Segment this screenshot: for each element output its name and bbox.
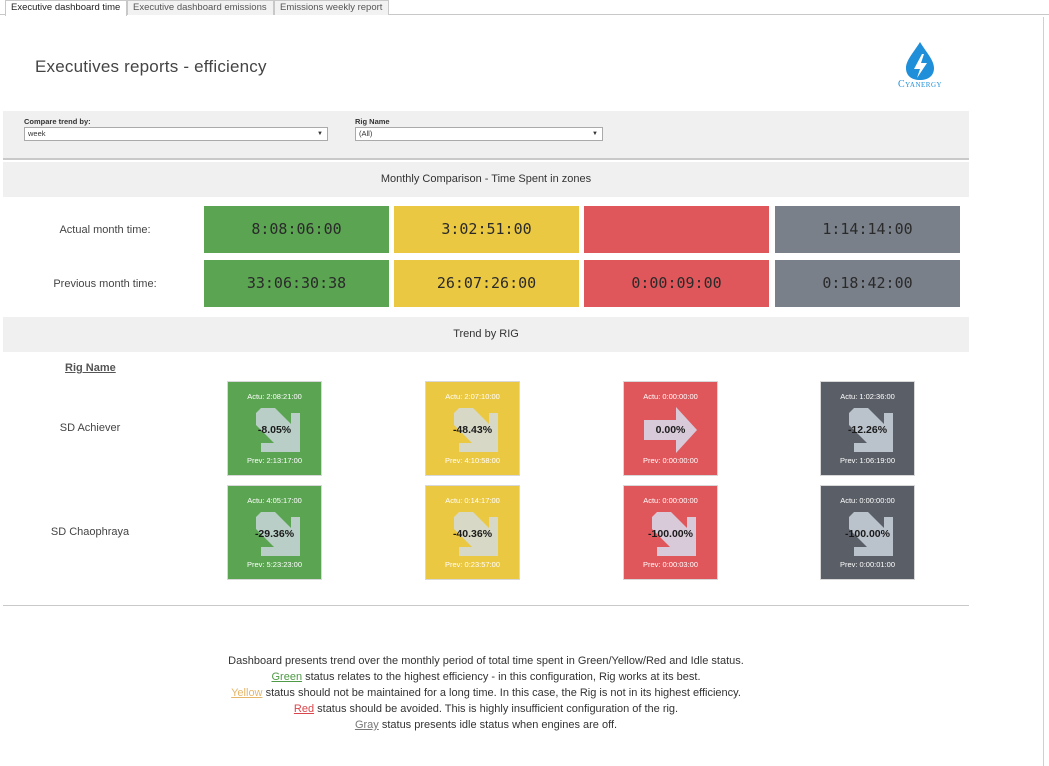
gray-keyword: Gray: [354, 719, 379, 731]
card-previous-value: Prev: 0:00:00:00: [642, 456, 699, 465]
red-keyword: Red: [293, 703, 315, 715]
card-percent-change: -40.36%: [452, 528, 493, 540]
actual-month-label: Actual month time:: [59, 224, 151, 236]
red-description: status should be avoided. This is highly…: [314, 703, 679, 715]
actual-gray-tile: 1:14:14:00: [775, 206, 960, 253]
legend-line-green: Green status relates to the highest effi…: [120, 669, 852, 685]
filter-panel: Compare trend by: week ▼ Rig Name (All) …: [3, 111, 969, 160]
actual-red-tile: [584, 206, 769, 253]
card-previous-value: Prev: 1:06:19:00: [839, 456, 896, 465]
trend-card-chaophraya-gray[interactable]: Actu: 0:00:00:00 -100.00% Prev: 0:00:01:…: [820, 485, 915, 580]
trend-card-achiever-yellow[interactable]: Actu: 2:07:10:00 -48.43% Prev: 4:10:58:0…: [425, 381, 520, 476]
card-actual-value: Actu: 4:05:17:00: [247, 496, 302, 505]
card-previous-value: Prev: 5:23:23:00: [246, 560, 303, 569]
card-percent-change: -48.43%: [452, 424, 493, 436]
previous-yellow-tile: 26:07:26:00: [394, 260, 579, 307]
previous-gray-tile: 0:18:42:00: [775, 260, 960, 307]
tab-executive-dashboard-time[interactable]: Executive dashboard time: [5, 0, 127, 16]
legend-line-yellow: Yellow status should not be maintained f…: [120, 685, 852, 701]
card-previous-value: Prev: 2:13:17:00: [246, 456, 303, 465]
card-previous-value: Prev: 0:00:03:00: [642, 560, 699, 569]
card-previous-value: Prev: 4:10:58:00: [444, 456, 501, 465]
chevron-down-icon: ▼: [317, 131, 323, 137]
section-divider: [3, 605, 969, 606]
compare-trend-value: week: [28, 129, 46, 138]
previous-green-tile: 33:06:30:38: [204, 260, 389, 307]
trend-card-chaophraya-red[interactable]: Actu: 0:00:00:00 -100.00% Prev: 0:00:03:…: [623, 485, 718, 580]
legend-line-intro: Dashboard presents trend over the monthl…: [228, 655, 744, 667]
actual-green-tile: 8:08:06:00: [204, 206, 389, 253]
compare-trend-label: Compare trend by:: [24, 117, 91, 126]
card-actual-value: Actu: 0:00:00:00: [643, 496, 698, 505]
card-actual-value: Actu: 2:08:21:00: [247, 392, 302, 401]
compare-trend-select[interactable]: week ▼: [24, 127, 328, 141]
card-percent-change: -100.00%: [648, 528, 693, 540]
card-actual-value: Actu: 0:14:17:00: [445, 496, 500, 505]
rig-name-column-header[interactable]: Rig Name: [65, 362, 116, 374]
monthly-comparison-header: Monthly Comparison - Time Spent in zones: [3, 162, 969, 197]
chevron-down-icon: ▼: [592, 131, 598, 137]
trend-card-achiever-green[interactable]: Actu: 2:08:21:00 -8.05% Prev: 2:13:17:00: [227, 381, 322, 476]
tab-emissions-weekly-report[interactable]: Emissions weekly report: [274, 0, 389, 15]
rig-row-label: SD Chaophraya: [50, 526, 130, 538]
rig-name-filter-label: Rig Name: [355, 117, 390, 126]
card-actual-value: Actu: 0:00:00:00: [643, 392, 698, 401]
yellow-keyword: Yellow: [231, 687, 263, 699]
legend-line-gray: Gray status presents idle status when en…: [120, 717, 852, 733]
card-percent-change: -100.00%: [845, 528, 890, 540]
legend-text: Dashboard presents trend over the monthl…: [120, 653, 852, 733]
previous-red-tile: 0:00:09:00: [584, 260, 769, 307]
trend-card-achiever-gray[interactable]: Actu: 1:02:36:00 -12.26% Prev: 1:06:19:0…: [820, 381, 915, 476]
green-description: status relates to the highest efficiency…: [302, 671, 701, 683]
gray-description: status presents idle status when engines…: [378, 719, 618, 731]
legend-line-red: Red status should be avoided. This is hi…: [120, 701, 852, 717]
card-percent-change: -8.05%: [257, 424, 292, 436]
card-percent-change: -29.36%: [254, 528, 295, 540]
logo-text: Cyanergy: [897, 79, 943, 90]
card-previous-value: Prev: 0:23:57:00: [444, 560, 501, 569]
card-actual-value: Actu: 1:02:36:00: [840, 392, 895, 401]
green-keyword: Green: [271, 671, 303, 683]
scrollbar[interactable]: [1043, 17, 1044, 766]
card-previous-value: Prev: 0:00:01:00: [839, 560, 896, 569]
card-percent-change: 0.00%: [655, 424, 686, 436]
rig-row-label: SD Achiever: [59, 422, 121, 434]
previous-month-label: Previous month time:: [53, 278, 157, 290]
page-title: Executives reports - efficiency: [35, 57, 267, 76]
tab-executive-dashboard-emissions[interactable]: Executive dashboard emissions: [127, 0, 274, 15]
yellow-description: status should not be maintained for a lo…: [262, 687, 741, 699]
trend-card-chaophraya-yellow[interactable]: Actu: 0:14:17:00 -40.36% Prev: 0:23:57:0…: [425, 485, 520, 580]
card-percent-change: -12.26%: [847, 424, 888, 436]
trend-by-rig-header: Trend by RIG: [3, 317, 969, 352]
card-actual-value: Actu: 2:07:10:00: [445, 392, 500, 401]
trend-card-achiever-red[interactable]: Actu: 0:00:00:00 0.00% Prev: 0:00:00:00: [623, 381, 718, 476]
card-actual-value: Actu: 0:00:00:00: [840, 496, 895, 505]
rig-name-value: (All): [359, 129, 373, 138]
actual-yellow-tile: 3:02:51:00: [394, 206, 579, 253]
rig-name-select[interactable]: (All) ▼: [355, 127, 603, 141]
trend-card-chaophraya-green[interactable]: Actu: 4:05:17:00 -29.36% Prev: 5:23:23:0…: [227, 485, 322, 580]
tab-bar: Executive dashboard time Executive dashb…: [0, 0, 1049, 16]
